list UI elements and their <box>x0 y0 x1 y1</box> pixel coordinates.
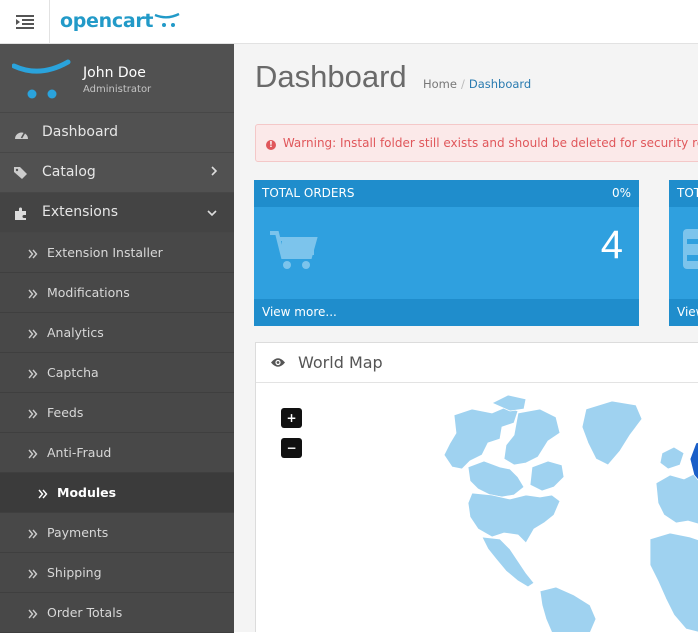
breadcrumb: Home / Dashboard <box>423 77 531 91</box>
tile-title: TOTAL SALES <box>677 186 698 200</box>
cart-logo-icon <box>154 12 180 27</box>
tile-body: 4 <box>254 207 639 299</box>
eye-icon <box>271 358 285 367</box>
tile-title: TOTAL ORDERS <box>262 186 355 200</box>
breadcrumb-separator: / <box>460 77 465 91</box>
sidebar-item-dashboard[interactable]: Dashboard <box>0 113 234 153</box>
main-content: Dashboard Home / Dashboard ! Warning: Inst… <box>234 44 698 632</box>
double-chevron-icon <box>28 607 38 622</box>
sidebar-subitem-order-totals[interactable]: Order Totals <box>0 593 234 633</box>
sidebar-item-label: Extensions <box>42 204 119 220</box>
sidebar-subitem-label: Analytics <box>47 325 104 340</box>
double-chevron-icon <box>28 287 38 302</box>
sidebar-subitem-analytics[interactable]: Analytics <box>0 313 234 353</box>
sidebar-subitem-label: Order Totals <box>47 605 123 620</box>
panel-title: World Map <box>298 353 383 372</box>
chevron-right-icon <box>210 165 218 181</box>
sidebar-subitem-payments[interactable]: Payments <box>0 513 234 553</box>
sidebar-item-catalog[interactable]: Catalog <box>0 153 234 193</box>
double-chevron-icon <box>28 447 38 462</box>
chevron-down-icon <box>206 205 218 221</box>
exclamation-circle-icon: ! <box>266 140 276 150</box>
sidebar-subitem-captcha[interactable]: Captcha <box>0 353 234 393</box>
sidebar-subitem-label: Modifications <box>47 285 130 300</box>
sidebar-subitem-shipping[interactable]: Shipping <box>0 553 234 593</box>
sidebar-item-label: Catalog <box>42 164 96 180</box>
breadcrumb-home-link[interactable]: Home <box>423 77 457 91</box>
sidebar: John Doe Administrator Dashboard Catalog… <box>0 44 234 633</box>
tags-icon <box>13 165 29 181</box>
top-header: opencart <box>0 0 698 44</box>
tile-view-more-link[interactable]: View more... <box>254 299 639 326</box>
sidebar-item-extensions[interactable]: Extensions <box>0 193 234 233</box>
logo-text: opencart <box>60 10 154 32</box>
sidebar-subitem-modifications[interactable]: Modifications <box>0 273 234 313</box>
sidebar-subitem-label: Feeds <box>47 405 84 420</box>
double-chevron-icon <box>28 527 38 542</box>
sidebar-subitem-label: Payments <box>47 525 109 540</box>
panel-header: World Map <box>256 343 698 383</box>
tile-header: TOTAL SALES <box>669 180 698 207</box>
sidebar-subitem-feeds[interactable]: Feeds <box>0 393 234 433</box>
tile-percent: 0% <box>611 186 631 200</box>
user-name: John Doe <box>83 65 146 81</box>
alert-text: Warning: Install folder still exists and… <box>282 136 698 150</box>
sidebar-subitem-anti-fraud[interactable]: Anti-Fraud <box>0 433 234 473</box>
double-chevron-icon <box>38 487 48 502</box>
avatar-cart-icon <box>12 59 71 99</box>
shopping-cart-icon <box>270 231 318 269</box>
menu-icon <box>15 15 34 29</box>
double-chevron-icon <box>28 367 38 382</box>
sidebar-subitem-label: Modules <box>57 485 117 500</box>
puzzle-icon <box>13 205 29 221</box>
world-map-panel: World Map + − <box>255 342 698 632</box>
sidebar-subitem-modules[interactable]: Modules <box>0 473 234 513</box>
sidebar-subitem-label: Extension Installer <box>47 245 163 260</box>
sidebar-subitem-label: Anti-Fraud <box>47 445 112 460</box>
double-chevron-icon <box>28 247 38 262</box>
sidebar-item-label: Dashboard <box>42 124 118 140</box>
warning-alert: ! Warning: Install folder still exists a… <box>255 124 698 162</box>
sidebar-subitem-label: Captcha <box>47 365 99 380</box>
double-chevron-icon <box>28 327 38 342</box>
tile-header: TOTAL ORDERS 0% <box>254 180 639 207</box>
world-map[interactable] <box>256 383 698 632</box>
double-chevron-icon <box>28 407 38 422</box>
tile-value: 4 <box>600 223 623 267</box>
sidebar-subitem-label: Shipping <box>47 565 102 580</box>
page-title: Dashboard <box>255 59 407 94</box>
user-profile[interactable]: John Doe Administrator <box>0 44 234 113</box>
total-orders-tile: TOTAL ORDERS 0% 4 View more... <box>254 180 639 326</box>
tile-body <box>669 207 698 299</box>
total-sales-tile: TOTAL SALES View more... <box>669 180 698 326</box>
sidebar-subitem-extension-installer[interactable]: Extension Installer <box>0 233 234 273</box>
opencart-logo[interactable]: opencart <box>60 10 181 32</box>
credit-card-icon <box>683 229 698 269</box>
double-chevron-icon <box>28 567 38 582</box>
breadcrumb-dashboard-link[interactable]: Dashboard <box>469 77 531 91</box>
user-role: Administrator <box>83 84 152 95</box>
sidebar-toggle-button[interactable] <box>0 0 50 44</box>
dashboard-icon <box>13 125 29 141</box>
tile-view-more-link[interactable]: View more... <box>669 299 698 326</box>
